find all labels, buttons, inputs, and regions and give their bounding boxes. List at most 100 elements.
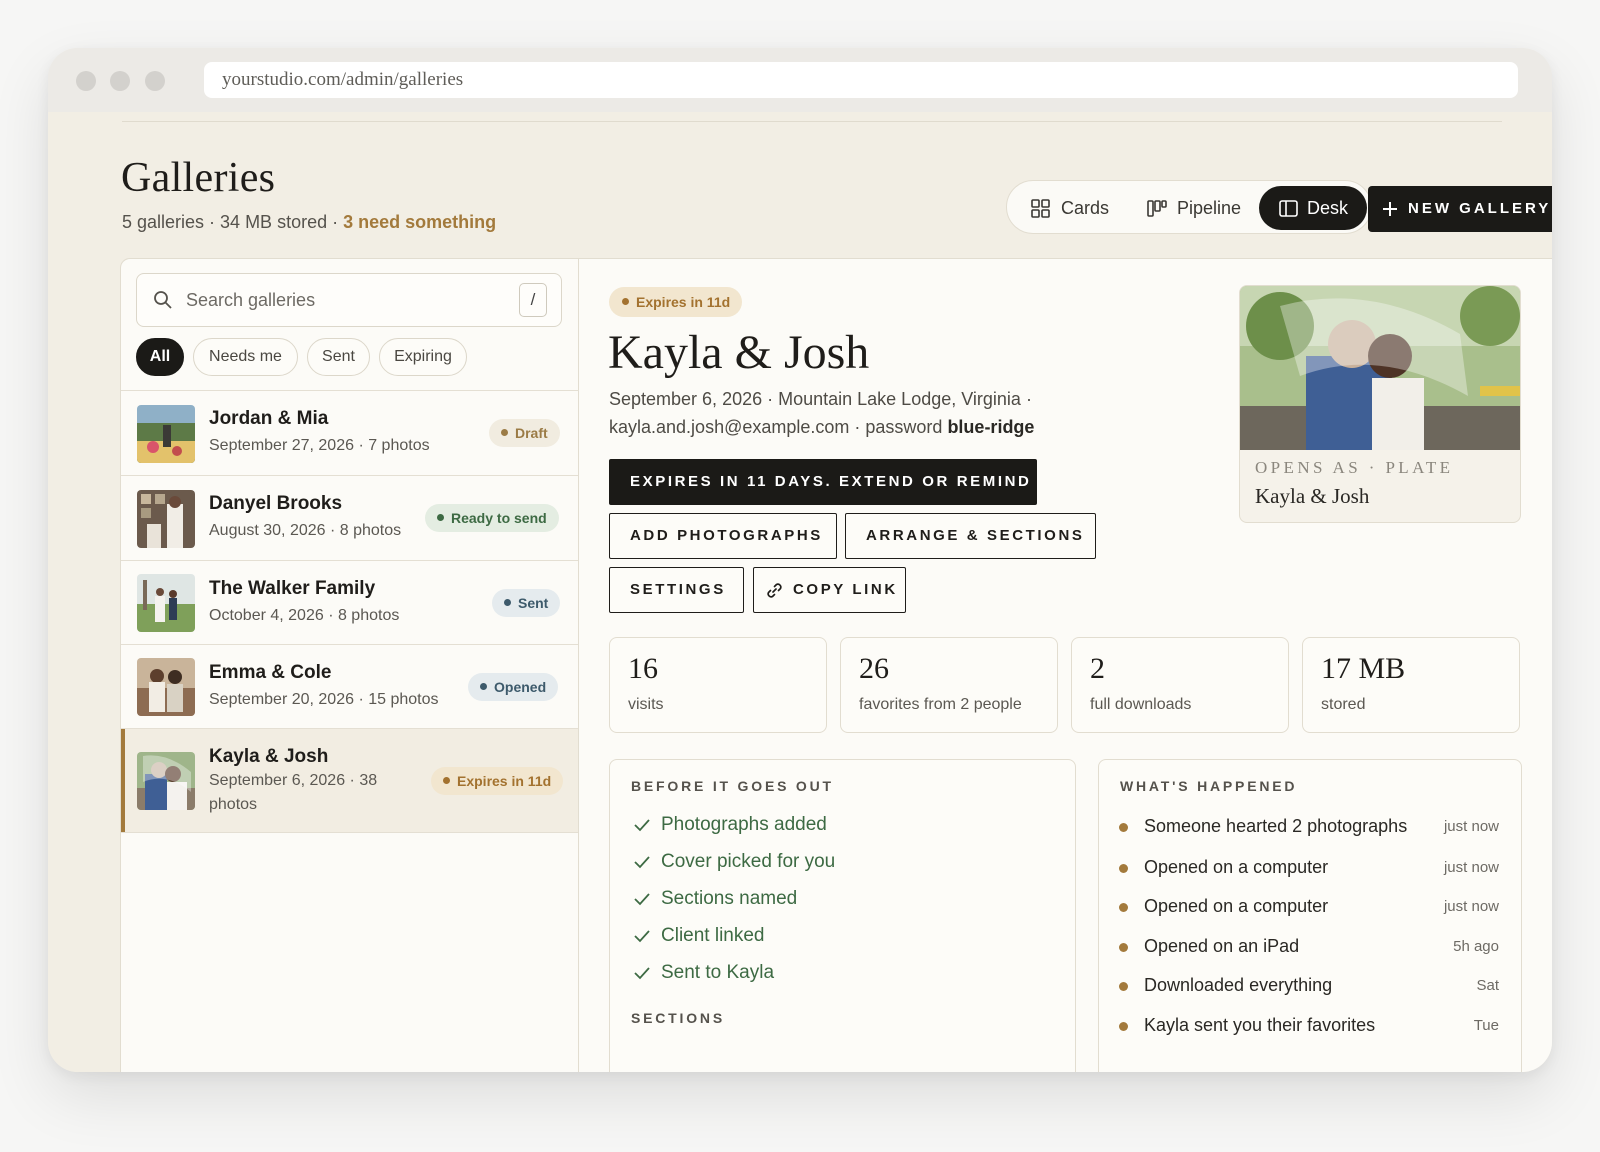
- gallery-detail-pane: Expires in 11d Kayla & Josh September 6,…: [579, 259, 1552, 1072]
- window-maximize-dot[interactable]: [145, 71, 165, 91]
- gallery-stats: 5 galleries · 34 MB stored ·: [122, 212, 344, 232]
- gallery-row-emma-cole[interactable]: Emma & Cole September 20, 2026 · 15 phot…: [121, 645, 578, 729]
- activity-text: Kayla sent you their favorites: [1144, 1015, 1376, 1035]
- check-icon: [634, 819, 650, 832]
- gallery-name: Emma & Cole: [209, 662, 332, 683]
- status-badge: Opened: [468, 673, 559, 701]
- gallery-meta: September 27, 2026 · 7 photos: [209, 437, 430, 454]
- sections-title: SECTIONS: [631, 1010, 725, 1026]
- gallery-meta: September 20, 2026 · 15 photos: [209, 691, 439, 708]
- needs-attention-link[interactable]: 3 need something: [343, 212, 496, 232]
- view-cards-button[interactable]: Cards: [1027, 186, 1117, 230]
- new-gallery-label: NEW GALLERY: [1408, 200, 1552, 217]
- page-title: Galleries: [121, 155, 276, 201]
- gallery-thumbnail: [137, 490, 195, 548]
- activity-time: 5h ago: [1453, 938, 1499, 955]
- copy-link-button[interactable]: COPY LINK: [753, 567, 906, 613]
- view-pipeline-label: Pipeline: [1177, 198, 1242, 218]
- gallery-date-location: September 6, 2026 · Mountain Lake Lodge,…: [609, 389, 1032, 409]
- status-badge: Sent: [492, 589, 561, 617]
- gallery-password: blue-ridge: [947, 417, 1035, 437]
- page-subtitle: 5 galleries · 34 MB stored · 3 need some…: [122, 212, 496, 233]
- gallery-thumbnail: [137, 752, 195, 810]
- link-icon: [767, 583, 782, 598]
- gallery-name: The Walker Family: [209, 578, 376, 599]
- check-icon: [634, 856, 650, 869]
- cover-preview[interactable]: OPENS AS · PLATE Kayla & Josh: [1239, 285, 1521, 523]
- gallery-row-kayla-josh[interactable]: Kayla & Josh September 6, 2026 · 38 phot…: [121, 729, 578, 833]
- activity-time: just now: [1443, 818, 1499, 835]
- checklist-label: Sections named: [661, 888, 798, 909]
- add-photographs-button[interactable]: ADD PHOTOGRAPHS: [609, 513, 837, 559]
- gallery-list-pane: Search galleries / All Needs me Sent Exp…: [121, 259, 579, 1072]
- checklist-title: BEFORE IT GOES OUT: [631, 778, 834, 794]
- check-icon: [634, 930, 650, 943]
- new-gallery-button[interactable]: NEW GALLERY: [1368, 186, 1552, 232]
- filter-needs-me[interactable]: Needs me: [193, 338, 298, 376]
- gallery-meta: October 4, 2026 · 8 photos: [209, 607, 400, 624]
- search-shortcut-hint: /: [519, 283, 547, 317]
- browser-chrome: yourstudio.com/admin/galleries: [48, 48, 1552, 112]
- view-pipeline-button[interactable]: Pipeline: [1143, 186, 1253, 230]
- activity-time: just now: [1443, 898, 1499, 915]
- view-desk-label: Desk: [1307, 198, 1349, 218]
- gallery-row-walker-family[interactable]: The Walker Family October 4, 2026 · 8 ph…: [121, 561, 578, 645]
- cover-title: Kayla & Josh: [1255, 484, 1370, 508]
- check-icon: [634, 893, 650, 906]
- address-bar[interactable]: yourstudio.com/admin/galleries: [204, 62, 1518, 98]
- gallery-name: Danyel Brooks: [209, 493, 343, 514]
- stat-favorites: 26 favorites from 2 people: [840, 637, 1058, 733]
- window-close-dot[interactable]: [76, 71, 96, 91]
- activity-time: Sat: [1476, 977, 1499, 994]
- copy-link-label: COPY LINK: [793, 581, 898, 598]
- gallery-row-jordan-mia[interactable]: Jordan & Mia September 27, 2026 · 7 phot…: [121, 391, 578, 476]
- gallery-row-danyel-brooks[interactable]: Danyel Brooks August 30, 2026 · 8 photos…: [121, 476, 578, 561]
- stat-value: 17 MB: [1321, 652, 1406, 685]
- filter-sent[interactable]: Sent: [307, 338, 370, 376]
- desk-panel: Search galleries / All Needs me Sent Exp…: [120, 258, 1552, 1072]
- activity-card: WHAT'S HAPPENED Someone hearted 2 photog…: [1098, 759, 1522, 1072]
- search-input[interactable]: Search galleries /: [136, 273, 562, 327]
- stat-label: full downloads: [1090, 696, 1192, 713]
- arrange-sections-button[interactable]: ARRANGE & SECTIONS: [845, 513, 1096, 559]
- gallery-meta: August 30, 2026 · 8 photos: [209, 522, 402, 539]
- status-badge: Draft: [489, 419, 560, 447]
- view-cards-label: Cards: [1061, 198, 1110, 218]
- window-minimize-dot[interactable]: [110, 71, 130, 91]
- filter-expiring[interactable]: Expiring: [379, 338, 467, 376]
- header-divider: [122, 121, 1502, 122]
- activity-text: Someone hearted 2 photographs: [1144, 816, 1408, 836]
- stat-storage: 17 MB stored: [1302, 637, 1520, 733]
- gallery-access-line: kayla.and.josh@example.com · password bl…: [609, 413, 1169, 441]
- gallery-name: Kayla & Josh: [209, 746, 329, 767]
- stat-value: 26: [859, 652, 889, 685]
- stat-visits: 16 visits: [609, 637, 827, 733]
- gallery-thumbnail: [137, 405, 195, 463]
- gallery-details: September 6, 2026 · Mountain Lake Lodge,…: [609, 385, 1169, 441]
- plus-icon: [1383, 202, 1397, 216]
- stat-value: 2: [1090, 652, 1105, 685]
- stat-label: stored: [1321, 696, 1366, 713]
- filter-all[interactable]: All: [136, 338, 184, 376]
- activity-text: Downloaded everything: [1144, 975, 1333, 995]
- settings-button[interactable]: SETTINGS: [609, 567, 744, 613]
- expiry-badge: Expires in 11d: [609, 287, 743, 317]
- status-badge: Ready to send: [425, 504, 559, 532]
- cover-photo: [1240, 286, 1520, 450]
- checklist-label: Sent to Kayla: [661, 962, 775, 983]
- activity-text: Opened on an iPad: [1144, 936, 1300, 956]
- extend-or-remind-button[interactable]: EXPIRES IN 11 DAYS. EXTEND OR REMIND: [609, 459, 1037, 505]
- gallery-name: Jordan & Mia: [209, 408, 329, 429]
- client-email: kayla.and.josh@example.com · password: [609, 417, 948, 437]
- gallery-title: Kayla & Josh: [608, 326, 870, 379]
- search-icon: [154, 291, 172, 309]
- activity-text: Opened on a computer: [1144, 896, 1329, 916]
- view-desk-button[interactable]: Desk: [1259, 186, 1367, 230]
- view-toggle: Cards Pipeline Desk: [1006, 180, 1372, 234]
- stat-value: 16: [628, 652, 658, 685]
- gallery-meta: September 6, 2026 · 38 photos: [209, 772, 378, 813]
- checklist-label: Client linked: [661, 925, 765, 946]
- cover-caption: OPENS AS · PLATE: [1255, 458, 1454, 477]
- activity-time: just now: [1443, 859, 1499, 876]
- stat-label: favorites from 2 people: [859, 696, 1022, 713]
